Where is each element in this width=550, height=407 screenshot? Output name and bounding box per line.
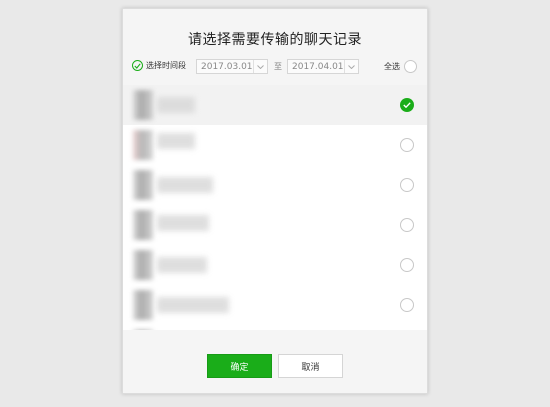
unchecked-circle-icon[interactable] — [400, 258, 414, 272]
start-date-select[interactable]: 2017.03.01 — [196, 59, 268, 74]
select-all-toggle[interactable]: 全选 — [384, 60, 417, 73]
cancel-button[interactable]: 取消 — [278, 354, 343, 378]
unchecked-circle-icon[interactable] — [400, 218, 414, 232]
avatar — [133, 210, 153, 240]
confirm-button[interactable]: 确定 — [207, 354, 272, 378]
end-date-value: 2017.04.01 — [292, 61, 344, 72]
avatar — [133, 90, 153, 120]
dialog-footer: 确定 取消 — [123, 330, 427, 393]
chat-row[interactable] — [123, 205, 427, 245]
period-label: 选择时间段 — [146, 61, 186, 70]
avatar — [133, 170, 153, 200]
period-toggle[interactable]: 选择时间段 — [132, 60, 186, 71]
chat-name-blurred — [157, 97, 195, 113]
chat-row[interactable] — [123, 245, 427, 285]
chat-name-blurred — [157, 133, 195, 149]
period-check-icon — [132, 60, 143, 71]
chat-name-blurred — [157, 215, 209, 231]
avatar — [133, 290, 153, 320]
chat-list — [123, 85, 427, 330]
date-range-separator: 至 — [274, 62, 282, 71]
transfer-chat-dialog: 请选择需要传输的聊天记录 选择时间段 2017.03.01 至 2017.04.… — [122, 8, 428, 394]
unchecked-circle-icon[interactable] — [400, 178, 414, 192]
chevron-down-icon — [252, 60, 267, 73]
chat-row[interactable] — [123, 85, 427, 125]
chat-name-blurred — [157, 177, 213, 193]
unchecked-circle-icon[interactable] — [400, 138, 414, 152]
select-all-label: 全选 — [384, 62, 400, 71]
chat-row[interactable] — [123, 285, 427, 325]
end-date-select[interactable]: 2017.04.01 — [287, 59, 359, 74]
dialog-title: 请选择需要传输的聊天记录 — [188, 32, 362, 48]
chat-row[interactable] — [123, 125, 427, 165]
chat-row[interactable] — [123, 165, 427, 205]
checked-circle-icon[interactable] — [400, 98, 414, 112]
chevron-down-icon — [343, 60, 358, 73]
avatar — [133, 130, 153, 160]
start-date-value: 2017.03.01 — [201, 61, 253, 72]
unchecked-circle-icon[interactable] — [400, 298, 414, 312]
chat-name-blurred — [157, 297, 229, 313]
avatar — [133, 250, 153, 280]
select-all-circle-icon — [404, 60, 417, 73]
chat-name-blurred — [157, 257, 207, 273]
